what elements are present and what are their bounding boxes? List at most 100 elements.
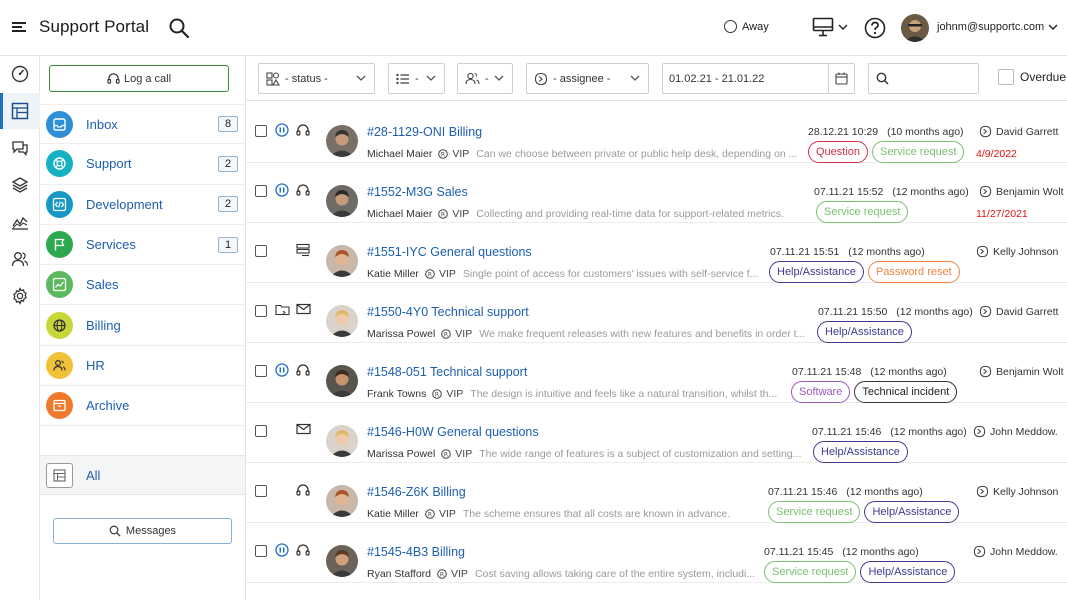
ticket-checkbox[interactable] (255, 545, 267, 557)
status-toggle[interactable]: Away (724, 20, 769, 33)
ticket-assignee[interactable]: David Garrett (979, 125, 1058, 138)
ticket-tag[interactable]: Service request (872, 141, 965, 163)
messages-button[interactable]: Messages (53, 518, 232, 544)
ticket-checkbox[interactable] (255, 365, 267, 377)
ticket-tag[interactable]: Password reset (867, 261, 960, 283)
rail-tickets[interactable] (0, 93, 40, 129)
ticket-age: (12 months ago) (848, 246, 925, 258)
ticket-checkbox[interactable] (255, 125, 267, 137)
ticket-assignee[interactable]: John Meddow. (973, 545, 1058, 558)
ticket-tag[interactable]: Help/Assistance (860, 561, 956, 583)
rail-chat[interactable] (0, 130, 40, 166)
rail-dashboard[interactable] (0, 56, 40, 92)
category-inbox[interactable]: Inbox 8 (40, 104, 245, 145)
pause-icon[interactable] (275, 363, 289, 377)
ticket-row[interactable]: #1545-4B3 Billing Ryan Stafford R VIP Co… (246, 523, 1067, 583)
ticket-checkbox[interactable] (255, 185, 267, 197)
help-icon[interactable] (864, 17, 886, 39)
ticket-tag[interactable]: Service request (816, 201, 909, 223)
assignee-filter[interactable]: - assignee - (526, 63, 649, 94)
category-support[interactable]: Support 2 (40, 144, 245, 185)
user-menu[interactable]: johnm@supportc.com (937, 21, 1058, 33)
assignee-icon (976, 485, 989, 498)
display-menu[interactable] (812, 17, 848, 37)
ticket-assignee[interactable]: Kelly Johnson (976, 245, 1058, 258)
ticket-checkbox[interactable] (255, 485, 267, 497)
icon-rail (0, 56, 40, 600)
date-range-input[interactable]: 01.02.21 - 21.01.22 (662, 63, 855, 94)
ticket-search-input[interactable] (868, 63, 979, 94)
assignee-icon (979, 185, 992, 198)
ticket-row[interactable]: #28-1129-ONI Billing Michael Maier R VIP… (246, 103, 1067, 163)
overdue-filter[interactable]: Overdue (998, 69, 1066, 85)
vip-badge-icon: R (441, 329, 452, 339)
ticket-meta: Michael Maier R VIP Can we choose betwee… (367, 148, 801, 160)
ticket-checkbox[interactable] (255, 425, 267, 437)
list-filter[interactable]: - (388, 63, 445, 94)
ticket-row[interactable]: #1546-Z6K Billing Katie Miller R VIP The… (246, 463, 1067, 523)
folder-icon[interactable] (275, 303, 290, 316)
category-billing[interactable]: Billing (40, 305, 245, 346)
category-development[interactable]: Development 2 (40, 185, 245, 225)
ticket-checkbox[interactable] (255, 305, 267, 317)
ticket-tags: Service request (816, 201, 909, 223)
search-icon[interactable] (168, 17, 190, 39)
log-call-button[interactable]: Log a call (49, 65, 229, 92)
ticket-row[interactable]: #1546-H0W General questions Marissa Powe… (246, 403, 1067, 463)
category-sales[interactable]: Sales (40, 265, 245, 306)
status-filter[interactable]: - status - (258, 63, 375, 94)
ticket-tag[interactable]: Help/Assistance (864, 501, 960, 523)
ticket-tag[interactable]: Question (808, 141, 869, 163)
ticket-tag[interactable]: Help/Assistance (817, 321, 912, 343)
avatar (326, 485, 358, 517)
ticket-row[interactable]: #1551-IYC General questions Katie Miller… (246, 223, 1067, 283)
ticket-tag[interactable]: Help/Assistance (769, 261, 864, 283)
ticket-row[interactable]: #1548-051 Technical support Frank Towns … (246, 343, 1067, 403)
ticket-age: (12 months ago) (842, 546, 919, 558)
globe-icon (46, 311, 73, 339)
rail-users[interactable] (0, 241, 40, 277)
ticket-age: (12 months ago) (890, 426, 967, 438)
rail-reports[interactable] (0, 204, 40, 240)
ticket-row[interactable]: #1550-4Y0 Technical support Marissa Powe… (246, 283, 1067, 343)
mail-icon (296, 423, 311, 435)
rail-layers[interactable] (0, 167, 40, 203)
ticket-row[interactable]: #1552-M3G Sales Michael Maier R VIP Coll… (246, 163, 1067, 223)
ticket-tag[interactable]: Help/Assistance (813, 441, 908, 463)
ticket-tag[interactable]: Service request (768, 501, 861, 523)
ticket-snippet: The design is intuitive and feels like a… (470, 388, 778, 400)
pause-icon[interactable] (275, 543, 289, 557)
ticket-title[interactable]: #1550-4Y0 Technical support (367, 305, 529, 319)
date-range-value: 01.02.21 - 21.01.22 (669, 72, 765, 85)
menu-icon[interactable] (12, 21, 28, 33)
ticket-title[interactable]: #1551-IYC General questions (367, 245, 532, 259)
overdue-checkbox[interactable] (998, 69, 1014, 85)
ticket-tag[interactable]: Technical incident (854, 381, 958, 403)
ticket-assignee[interactable]: John Meddow. (973, 425, 1058, 438)
category-hr[interactable]: HR (40, 346, 245, 387)
category-all[interactable]: All (40, 455, 245, 495)
category-services[interactable]: Services 1 (40, 225, 245, 266)
category-archive[interactable]: Archive (40, 386, 245, 427)
ticket-title[interactable]: #1548-051 Technical support (367, 365, 527, 379)
requester-name: Michael Maier (367, 208, 433, 220)
ticket-title[interactable]: #1552-M3G Sales (367, 185, 468, 199)
ticket-title[interactable]: #1546-Z6K Billing (367, 485, 466, 499)
user-avatar[interactable] (901, 14, 929, 42)
ticket-assignee[interactable]: David Garrett (979, 305, 1058, 318)
people-filter[interactable]: - (457, 63, 513, 94)
ticket-assignee[interactable]: Benjamin Wolt (979, 365, 1064, 378)
ticket-assignee[interactable]: Benjamin Wolt (979, 185, 1064, 198)
ticket-tag[interactable]: Software (791, 381, 851, 403)
ticket-checkbox[interactable] (255, 245, 267, 257)
ticket-assignee[interactable]: Kelly Johnson (976, 485, 1058, 498)
pause-icon[interactable] (275, 183, 289, 197)
ticket-title[interactable]: #1546-H0W General questions (367, 425, 539, 439)
ticket-title[interactable]: #1545-4B3 Billing (367, 545, 465, 559)
calendar-icon[interactable] (828, 64, 854, 93)
ticket-title[interactable]: #28-1129-ONI Billing (367, 125, 482, 139)
pause-icon[interactable] (275, 123, 289, 137)
ticket-tag[interactable]: Service request (764, 561, 857, 583)
ticket-meta: Katie Miller R VIP The scheme ensures th… (367, 508, 761, 520)
rail-settings[interactable] (0, 278, 40, 314)
